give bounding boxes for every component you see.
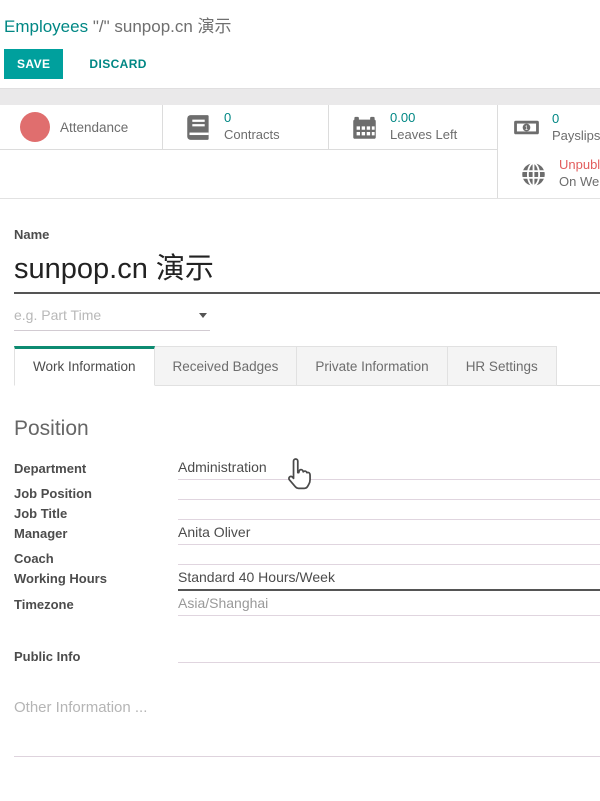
public-info-label: Public Info	[14, 644, 178, 664]
save-button[interactable]: SAVE	[4, 49, 63, 79]
breadcrumb-employees-link[interactable]: Employees	[4, 17, 88, 36]
discard-button[interactable]: DISCARD	[75, 49, 160, 79]
tab-private-information[interactable]: Private Information	[297, 346, 447, 386]
payslips-count: 0	[552, 111, 600, 128]
work-information-panel: Position Department Administration Job P…	[14, 386, 600, 757]
toolbar: SAVE DISCARD	[4, 49, 600, 79]
contracts-count: 0	[224, 110, 280, 127]
manager-label: Manager	[14, 521, 178, 541]
coach-value[interactable]	[178, 546, 600, 565]
field-row-coach: Coach	[14, 546, 600, 566]
leaves-count: 0.00	[390, 110, 457, 127]
field-row-department: Department Administration	[14, 456, 600, 481]
coach-label: Coach	[14, 546, 178, 566]
job-title-value[interactable]	[178, 501, 600, 520]
tab-hr-settings[interactable]: HR Settings	[448, 346, 557, 386]
svg-text:1: 1	[525, 125, 529, 132]
position-section-title: Position	[14, 417, 600, 441]
employee-form-sheet: Name Work Information Received Badges Pr…	[0, 227, 600, 757]
control-panel: Employees "/" sunpop.cn 演示 SAVE DISCARD	[0, 0, 600, 79]
department-value[interactable]: Administration	[178, 456, 600, 480]
job-position-tag-input[interactable]	[14, 302, 192, 330]
name-label: Name	[14, 227, 600, 242]
book-icon	[185, 114, 212, 141]
timezone-value[interactable]: Asia/Shanghai	[178, 592, 600, 616]
attendance-button[interactable]: Attendance	[0, 105, 163, 150]
leaves-button[interactable]: 0.00 Leaves Left	[329, 105, 498, 150]
public-info-value[interactable]	[178, 644, 600, 663]
field-row-working-hours: Working Hours Standard 40 Hours/Week	[14, 566, 600, 592]
calendar-icon	[351, 114, 378, 141]
timezone-label: Timezone	[14, 592, 178, 612]
name-input[interactable]	[14, 242, 600, 294]
breadcrumb: Employees "/" sunpop.cn 演示	[4, 12, 600, 37]
field-row-job-title: Job Title	[14, 501, 600, 521]
breadcrumb-separator: "/"	[93, 17, 110, 36]
statusbar-band	[0, 88, 600, 105]
field-row-job-position: Job Position	[14, 481, 600, 501]
chevron-down-icon[interactable]	[199, 313, 207, 318]
website-publish-button[interactable]: Unpublished On Website	[498, 150, 600, 198]
notebook-tabs: Work Information Received Badges Private…	[14, 346, 600, 386]
job-title-label: Job Title	[14, 501, 178, 521]
manager-value[interactable]: Anita Oliver	[178, 521, 600, 545]
leaves-label: Leaves Left	[390, 127, 457, 144]
globe-icon	[520, 161, 547, 188]
contracts-label: Contracts	[224, 127, 280, 144]
department-label: Department	[14, 456, 178, 476]
attendance-status-icon	[20, 112, 50, 142]
payslips-button[interactable]: 1 0 Payslips	[498, 105, 600, 150]
stat-box-spacer	[0, 150, 498, 198]
website-publish-label: On Website	[559, 174, 600, 191]
field-row-timezone: Timezone Asia/Shanghai	[14, 592, 600, 617]
attendance-label: Attendance	[60, 120, 128, 135]
website-publish-status: Unpublished	[559, 157, 600, 174]
field-row-manager: Manager Anita Oliver	[14, 521, 600, 546]
working-hours-label: Working Hours	[14, 566, 178, 586]
stat-button-box: Attendance 0 Contracts 0.00 Leaves Left	[0, 105, 600, 199]
job-position-value[interactable]	[178, 481, 600, 500]
working-hours-value[interactable]: Standard 40 Hours/Week	[178, 566, 600, 591]
tab-received-badges[interactable]: Received Badges	[155, 346, 298, 386]
contracts-button[interactable]: 0 Contracts	[163, 105, 329, 150]
job-position-label: Job Position	[14, 481, 178, 501]
breadcrumb-current: sunpop.cn 演示	[114, 17, 231, 36]
tab-work-information[interactable]: Work Information	[14, 346, 155, 386]
job-position-tag-field	[14, 302, 210, 331]
payslips-label: Payslips	[552, 128, 600, 145]
other-information-textarea[interactable]: Other Information ...	[14, 687, 600, 757]
field-row-public-info: Public Info	[14, 644, 600, 664]
banknote-icon: 1	[513, 114, 540, 141]
